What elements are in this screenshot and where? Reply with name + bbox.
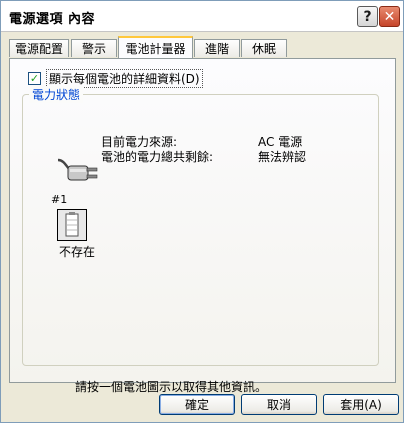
battery-status: 不存在	[59, 245, 96, 259]
apply-button[interactable]: 套用(A)	[323, 394, 399, 415]
close-button[interactable]: ✕	[379, 6, 400, 27]
tab-hibernate[interactable]: 休眠	[241, 39, 287, 57]
tab-panel: ✓ 顯示每個電池的詳細資料(D) 電力狀態 目前電力來源: AC 電源 電池的電…	[9, 58, 396, 394]
ok-button[interactable]: 確定	[159, 394, 235, 415]
remaining-power-label: 電池的電力總共剩餘:	[101, 150, 214, 164]
battery-number: #1	[51, 193, 68, 206]
tab-alarms[interactable]: 警示	[71, 39, 117, 57]
remaining-power-value: 無法辨認	[258, 150, 307, 164]
help-button[interactable]: ?	[357, 6, 378, 27]
help-icon: ?	[363, 8, 372, 25]
battery-slot-icon	[65, 212, 79, 237]
show-details-checkbox[interactable]: ✓	[28, 72, 41, 85]
properties-window: 電源選項 內容 ? ✕ 電源配置 警示 電池計量器 進階 休眠 ✓ 顯示每個電池…	[0, 0, 404, 423]
tab-advanced[interactable]: 進階	[194, 39, 240, 57]
power-status-title: 電力狀態	[29, 86, 84, 103]
window-title: 電源選項 內容	[9, 12, 96, 27]
tab-power-schemes[interactable]: 電源配置	[9, 39, 69, 57]
title-bar[interactable]: 電源選項 內容 ? ✕	[1, 1, 403, 32]
ac-plug-icon	[57, 158, 98, 181]
battery-icon[interactable]	[57, 209, 87, 241]
close-icon: ✕	[383, 8, 396, 25]
tab-power-meter[interactable]: 電池計量器	[118, 36, 193, 58]
power-status-group: 電力狀態 目前電力來源: AC 電源 電池的電力總共剩餘: 無法辨認 #1 不存…	[22, 86, 379, 394]
hint-text: 請按一個電池圖示以取得其他資訊。	[75, 380, 268, 394]
cancel-button[interactable]: 取消	[241, 394, 317, 415]
